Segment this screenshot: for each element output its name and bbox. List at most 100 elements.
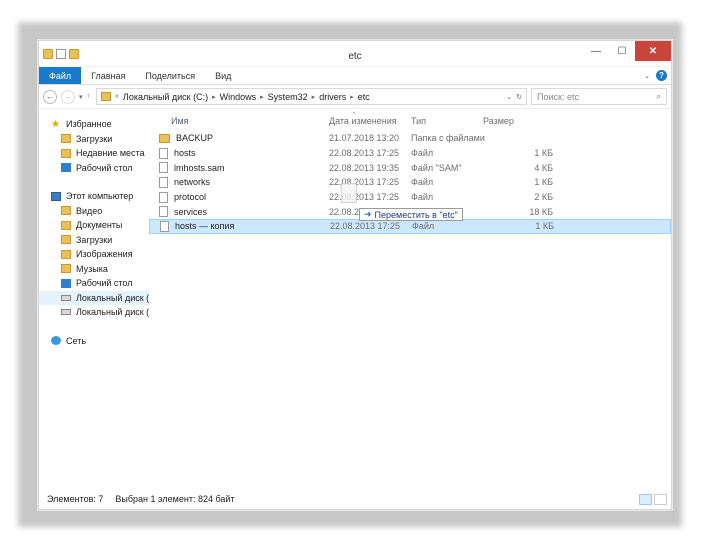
chevron-down-icon[interactable]: ⌄ [506, 93, 512, 101]
sidebar-item-desktop[interactable]: Рабочий стол [39, 161, 149, 176]
network-icon [51, 336, 61, 346]
file-size: 1 КБ [535, 221, 554, 232]
column-header-date[interactable]: Дата изменения [329, 116, 411, 126]
file-list: ⌃ Имя Дата изменения Тип Размер BACKUP 2… [149, 111, 671, 489]
tab-home[interactable]: Главная [81, 67, 135, 84]
sidebar-item-recent-places[interactable]: Недавние места [39, 146, 149, 161]
sidebar-item-label: Изображения [76, 249, 133, 260]
drag-tooltip-text: Переместить в "etc" [374, 209, 458, 220]
sidebar-item-drive-d[interactable]: Локальный диск (D [39, 305, 149, 320]
file-name: BACKUP [176, 133, 214, 144]
refresh-button[interactable]: ↻ [516, 93, 522, 101]
recent-places-icon [61, 148, 71, 158]
sidebar-item-network[interactable]: Сеть [39, 334, 149, 349]
file-row-networks[interactable]: networks 22.08.2013 17:25 Файл 1 КБ [149, 175, 671, 190]
chevron-right-icon[interactable]: ▸ [260, 93, 264, 101]
breadcrumb-drive[interactable]: Локальный диск (C:) [123, 92, 208, 102]
minimize-button[interactable]: — [583, 41, 609, 61]
file-name-cell: hosts [149, 147, 329, 159]
large-icons-view-icon[interactable] [654, 494, 667, 505]
file-name-cell: services [149, 206, 329, 218]
file-name-cell: hosts — копия [150, 220, 330, 232]
sidebar-item-label: Рабочий стол [76, 162, 133, 173]
breadcrumb-drivers[interactable]: drivers [319, 92, 346, 102]
file-name-cell: networks [149, 176, 329, 188]
drag-tooltip: ➜ Переместить в "etc" [359, 208, 463, 221]
back-button[interactable]: ← [43, 89, 57, 104]
file-row-hosts-copy[interactable]: hosts — копия 22.08.2013 17:25 Файл 1 КБ [149, 219, 671, 234]
sidebar-item-label: Загрузки [76, 133, 113, 144]
file-name-cell: protocol [149, 191, 329, 203]
file-size: 18 КБ [529, 206, 553, 217]
file-size: 4 КБ [534, 162, 553, 173]
recent-locations-icon[interactable]: ▾ [79, 93, 83, 101]
breadcrumb-etc[interactable]: etc [358, 92, 370, 102]
sidebar-item-favorites[interactable]: ★ Избранное [39, 117, 149, 132]
file-icon [159, 206, 168, 218]
sidebar-item-label: Этот компьютер [66, 191, 134, 202]
sidebar-item-label: Избранное [66, 119, 112, 130]
sidebar-item-desktop-2[interactable]: Рабочий стол [39, 276, 149, 291]
sidebar-item-videos[interactable]: Видео [39, 204, 149, 219]
item-count: Элементов: 7 [47, 494, 104, 504]
file-row-lmhosts[interactable]: lmhosts.sam 22.08.2013 19:35 Файл "SAM" … [149, 160, 671, 175]
sidebar-item-downloads[interactable]: Загрузки [39, 132, 149, 147]
search-icon[interactable]: ⌕ [656, 91, 661, 102]
drag-file-ghost [341, 183, 357, 203]
help-icon[interactable]: ? [656, 70, 667, 81]
maximize-button[interactable]: ☐ [609, 41, 635, 61]
details-view-icon[interactable] [639, 494, 652, 505]
column-header-name[interactable]: Имя [149, 116, 329, 126]
address-bar[interactable]: « Локальный диск (C:) ▸ Windows ▸ System… [96, 88, 527, 105]
chevron-right-icon[interactable]: ▸ [212, 93, 216, 101]
view-switcher [639, 494, 667, 505]
file-date: 22.08.2013 17:25 [329, 148, 400, 159]
chevron-left-icon[interactable]: « [115, 93, 119, 100]
sidebar-item-drive-c[interactable]: Локальный диск (C [39, 290, 149, 305]
up-button[interactable]: ↑ [87, 93, 91, 100]
file-type: Файл [411, 192, 434, 203]
file-icon [159, 176, 168, 188]
close-button[interactable]: ✕ [635, 41, 671, 61]
file-row-protocol[interactable]: protocol 22.08.2013 17:25 Файл 2 КБ [149, 190, 671, 205]
pictures-icon [61, 249, 71, 259]
sidebar-item-documents[interactable]: Документы [39, 218, 149, 233]
file-name-cell: BACKUP [149, 133, 329, 143]
file-name: protocol [174, 192, 207, 203]
file-row-hosts[interactable]: hosts 22.08.2013 17:25 Файл 1 КБ [149, 146, 671, 161]
file-size: 1 КБ [534, 148, 553, 159]
breadcrumb-windows[interactable]: Windows [220, 92, 257, 102]
search-placeholder: Поиск: etc [537, 91, 579, 102]
column-header-size[interactable]: Размер [481, 116, 561, 126]
chevron-right-icon[interactable]: ▸ [350, 93, 354, 101]
file-name: hosts [174, 148, 196, 159]
tab-view[interactable]: Вид [205, 67, 241, 84]
file-row-backup[interactable]: BACKUP 21.07.2018 13:20 Папка с файлами [149, 131, 671, 146]
file-type: Файл [412, 221, 435, 232]
sidebar-item-pictures[interactable]: Изображения [39, 247, 149, 262]
sidebar-item-music[interactable]: Музыка [39, 262, 149, 277]
expand-ribbon-icon[interactable]: ⌄ [644, 72, 650, 80]
sidebar-item-label: Видео [76, 205, 103, 216]
sidebar-item-this-pc[interactable]: Этот компьютер [39, 189, 149, 204]
file-date: 22.08.2013 19:35 [329, 162, 400, 173]
file-date: 22.08.2013 17:25 [330, 221, 401, 232]
column-headers: Имя Дата изменения Тип Размер [149, 111, 671, 131]
file-type: Папка с файлами [411, 133, 485, 144]
file-size: 2 КБ [534, 192, 553, 203]
file-icon [159, 162, 168, 174]
chevron-right-icon[interactable]: ▸ [312, 93, 316, 101]
tab-file[interactable]: Файл [39, 67, 82, 84]
column-header-type[interactable]: Тип [411, 116, 481, 126]
file-name: hosts — копия [175, 221, 235, 232]
music-icon [61, 264, 71, 274]
search-input[interactable]: Поиск: etc ⌕ [531, 88, 667, 105]
drive-icon [61, 294, 71, 301]
tab-share[interactable]: Поделиться [135, 67, 205, 84]
breadcrumb-system32[interactable]: System32 [268, 92, 308, 102]
forward-button[interactable]: → [61, 89, 75, 104]
sidebar-item-downloads-2[interactable]: Загрузки [39, 233, 149, 248]
navigation-pane: ★ Избранное Загрузки Недавние места Рабо… [39, 111, 149, 489]
